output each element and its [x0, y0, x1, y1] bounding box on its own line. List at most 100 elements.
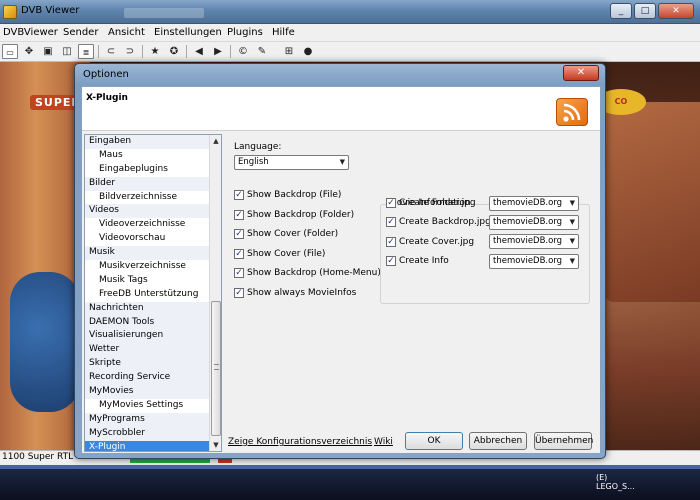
nav-item-videos[interactable]: Videos — [85, 204, 210, 219]
minimize-button[interactable]: _ — [610, 3, 632, 19]
close-button[interactable]: ✕ — [658, 3, 694, 19]
options-dialog: Optionen ✕ X-Plugin Eingaben Maus Eingabep… — [74, 63, 606, 459]
checkbox-box[interactable]: ✓ — [234, 229, 244, 239]
toolbar-separator — [142, 45, 143, 58]
checkbox-create-folder-jpg[interactable]: ✓ Create Folder.jpg — [386, 198, 476, 208]
checkbox-box[interactable]: ✓ — [234, 209, 244, 220]
checkbox-box[interactable]: ✓ — [234, 287, 244, 298]
nav-item-maus[interactable]: Maus — [85, 149, 210, 163]
channel-status: 1100 Super RTL — [2, 452, 74, 462]
menu-plugins[interactable]: Plugins — [227, 27, 263, 38]
forward-icon[interactable]: ⊃ — [122, 44, 138, 59]
scroll-up-icon[interactable]: ▲ — [210, 135, 221, 147]
chevron-down-icon: ▼ — [569, 237, 575, 245]
nav-item-recording-service[interactable]: Recording Service — [85, 371, 210, 386]
checkbox-show-backdrop-folder[interactable]: ✓ Show Backdrop (Folder) — [234, 209, 354, 220]
rss-icon — [556, 98, 588, 126]
fullscreen-icon[interactable]: ▣ — [40, 44, 56, 59]
nav-item-freedb-unterst-tzung[interactable]: FreeDB Unterstützung — [85, 288, 210, 302]
checkbox-box[interactable]: ✓ — [234, 268, 244, 278]
aspect-icon[interactable]: ◫ — [59, 44, 75, 59]
nav-item-eingaben[interactable]: Eingaben — [85, 135, 210, 149]
nav-item-musik[interactable]: Musik — [85, 246, 210, 261]
favorite-icon[interactable]: ★ — [147, 44, 163, 59]
volume-down-icon[interactable]: ◀ — [191, 44, 207, 59]
source-select-backdrop[interactable]: themovieDB.org ▼ — [489, 215, 579, 230]
checkbox-create-backdrop-jpg[interactable]: ✓ Create Backdrop.jpg — [386, 217, 491, 227]
checkbox-box[interactable]: ✓ — [386, 198, 396, 208]
app-title: DVB Viewer — [21, 5, 80, 16]
snapshot-icon[interactable]: © — [235, 44, 251, 59]
checkbox-create-cover-jpg[interactable]: ✓ Create Cover.jpg — [386, 236, 474, 247]
nav-item-musikverzeichnisse[interactable]: Musikverzeichnisse — [85, 260, 210, 274]
wiki-link[interactable]: Wiki — [374, 437, 393, 447]
checkbox-box[interactable]: ✓ — [234, 190, 244, 200]
nav-item-bildverzeichnisse[interactable]: Bildverzeichnisse — [85, 191, 210, 205]
nav-item-musik-tags[interactable]: Musik Tags — [85, 274, 210, 288]
nav-item-videoverzeichnisse[interactable]: Videoverzeichnisse — [85, 218, 210, 232]
menu-ansicht[interactable]: Ansicht — [108, 27, 145, 38]
ok-button[interactable]: OK — [405, 432, 463, 450]
nav-item-x-plugin[interactable]: X-Plugin — [85, 440, 210, 451]
menu-einstellungen[interactable]: Einstellungen — [154, 27, 222, 38]
dialog-title: Optionen — [83, 69, 129, 80]
volume-up-icon[interactable]: ▶ — [210, 44, 226, 59]
menubar: DVBViewer Sender Ansicht Einstellungen P… — [0, 24, 700, 42]
nav-scrollbar[interactable]: ▲ ▼ — [209, 135, 221, 451]
checkbox-show-always-movieinfos[interactable]: ✓ Show always MovieInfos — [234, 287, 356, 298]
nav-item-visualisierungen[interactable]: Visualisierungen — [85, 329, 210, 344]
epg-icon[interactable]: ≣ — [78, 44, 94, 59]
menu-hilfe[interactable]: Hilfe — [272, 27, 295, 38]
options-nav-list[interactable]: Eingaben Maus Eingabeplugins Bilder Bildverz… — [84, 134, 222, 452]
source-select-cover[interactable]: themovieDB.org ▼ — [489, 234, 579, 249]
source-select-info[interactable]: themovieDB.org ▼ — [489, 254, 579, 269]
nav-item-daemon-tools[interactable]: DAEMON Tools — [85, 315, 210, 330]
nav-item-bilder[interactable]: Bilder — [85, 176, 210, 191]
source-select-folder[interactable]: themovieDB.org ▼ — [489, 196, 579, 211]
nav-item-nachrichten[interactable]: Nachrichten — [85, 301, 210, 316]
record-icon[interactable]: ● — [300, 44, 316, 59]
maximize-button[interactable]: □ — [634, 3, 656, 19]
favorites-add-icon[interactable]: ✪ — [166, 44, 182, 59]
nav-item-myscrobbler[interactable]: MyScrobbler — [85, 426, 210, 441]
chevron-down-icon: ▼ — [569, 199, 575, 207]
nav-item-mymovies-settings[interactable]: MyMovies Settings — [85, 399, 210, 413]
checkbox-show-cover-file[interactable]: ✓ Show Cover (File) — [234, 248, 325, 259]
checkbox-create-info[interactable]: ✓ Create Info — [386, 256, 449, 266]
menu-sender[interactable]: Sender — [63, 27, 98, 38]
show-config-dir-link[interactable]: Zeige Konfigurationsverzeichnis — [228, 437, 372, 447]
teletext-icon[interactable]: ⊞ — [281, 44, 297, 59]
menu-dvbviewer[interactable]: DVBViewer — [3, 27, 58, 38]
nav-item-wetter[interactable]: Wetter — [85, 343, 210, 358]
apply-button[interactable]: Übernehmen — [534, 432, 593, 450]
rewind-icon[interactable]: ⊂ — [103, 44, 119, 59]
dialog-close-button[interactable]: ✕ — [563, 65, 599, 81]
nav-item-eingabeplugins[interactable]: Eingabeplugins — [85, 163, 210, 177]
checkbox-box[interactable]: ✓ — [386, 256, 396, 266]
scroll-thumb[interactable] — [211, 301, 221, 436]
language-select[interactable]: English ▼ — [234, 155, 349, 170]
source-value: themovieDB.org — [493, 198, 563, 208]
cancel-button[interactable]: Abbrechen — [469, 432, 527, 450]
tools-icon[interactable]: ✎ — [254, 44, 270, 59]
nav-item-skripte[interactable]: Skripte — [85, 357, 210, 372]
scroll-down-icon[interactable]: ▼ — [210, 439, 221, 451]
screen-icon[interactable]: ▭ — [2, 44, 18, 59]
nav-item-mymovies[interactable]: MyMovies — [85, 385, 210, 399]
dialog-body: X-Plugin Eingaben Maus Eingabeplugins Bilde… — [81, 86, 601, 454]
toolbar-separator — [98, 45, 99, 58]
move-icon[interactable]: ✥ — [21, 44, 37, 59]
language-value: English — [238, 157, 269, 167]
checkbox-box[interactable]: ✓ — [234, 248, 244, 259]
checkbox-show-backdrop-file[interactable]: ✓ Show Backdrop (File) — [234, 190, 341, 200]
checkbox-show-backdrop-home-menu[interactable]: ✓ Show Backdrop (Home-Menu) — [234, 268, 381, 278]
checkbox-show-cover-folder[interactable]: ✓ Show Cover (Folder) — [234, 229, 338, 239]
checkbox-box[interactable]: ✓ — [386, 217, 396, 227]
nav-item-myprograms[interactable]: MyPrograms — [85, 412, 210, 427]
taskbar-thumbnail[interactable]: (E) LEGO_S... — [596, 473, 642, 491]
checkbox-box[interactable]: ✓ — [386, 236, 396, 247]
nav-item-videovorschau[interactable]: Videovorschau — [85, 232, 210, 246]
app-icon — [3, 5, 17, 19]
checkbox-label: Show Backdrop (Home-Menu) — [247, 268, 381, 278]
chevron-down-icon: ▼ — [569, 257, 575, 265]
